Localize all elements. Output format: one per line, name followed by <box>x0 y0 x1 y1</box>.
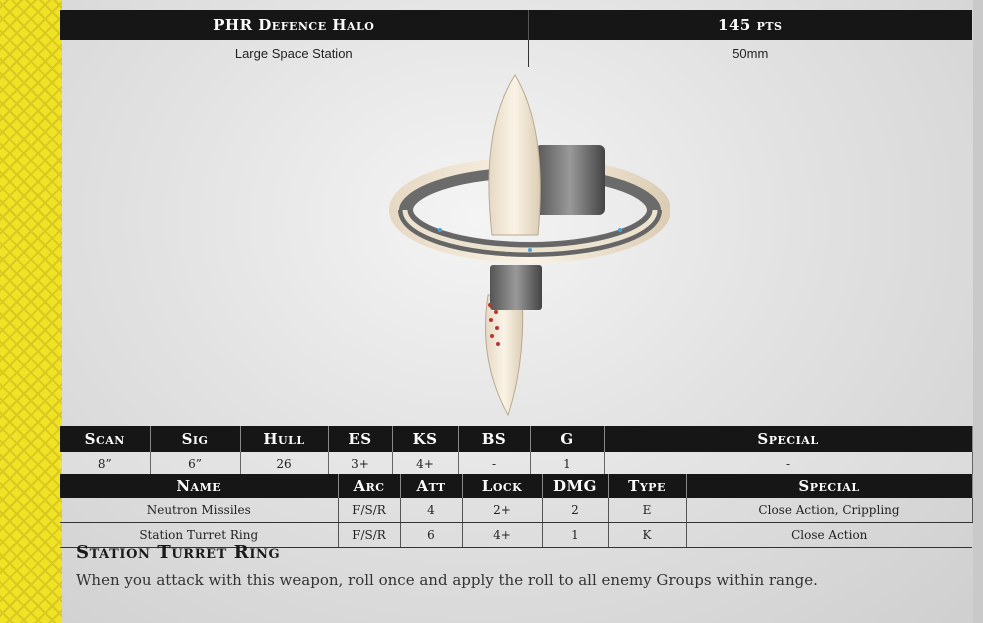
weapon-header-att: Att <box>400 474 463 498</box>
weapon-arc: F/S/R <box>338 498 401 523</box>
weapon-dmg: 1 <box>542 522 609 548</box>
stat-value-sig: 6” <box>150 452 241 477</box>
stat-value-es: 3+ <box>328 452 393 477</box>
weapon-name: Neutron Missiles <box>60 498 339 523</box>
stat-header-special: Special <box>604 426 973 452</box>
unit-type: Large Space Station <box>60 40 529 67</box>
stat-value-bs: - <box>458 452 531 477</box>
side-stripe <box>0 0 62 623</box>
stat-value-hull: 26 <box>240 452 329 477</box>
weapon-header-name: Name <box>60 474 339 498</box>
weapon-special: Close Action <box>686 522 972 548</box>
unit-name: PHR Defence Halo <box>60 10 528 40</box>
unit-points: 145 pts <box>527 10 972 40</box>
right-edge <box>973 0 983 623</box>
stat-header-es: ES <box>328 426 393 452</box>
weapon-header-arc: Arc <box>338 474 401 498</box>
unit-title-table: PHR Defence Halo 145 pts Large Space Sta… <box>60 10 972 67</box>
stat-header-scan: Scan <box>60 426 151 452</box>
weapon-lock: 4+ <box>462 522 543 548</box>
weapon-dmg: 2 <box>542 498 609 523</box>
stat-value-ks: 4+ <box>392 452 459 477</box>
stats-table: Scan Sig Hull ES KS BS G Special 8” 6” 2… <box>60 426 973 477</box>
weapon-header-dmg: DMG <box>542 474 609 498</box>
stat-header-sig: Sig <box>150 426 241 452</box>
weapon-lock: 2+ <box>462 498 543 523</box>
weapon-att: 6 <box>400 522 463 548</box>
weapon-arc: F/S/R <box>338 522 401 548</box>
stat-value-special: - <box>604 452 973 477</box>
stat-header-g: G <box>530 426 605 452</box>
rule-title: Station Turret Ring <box>76 542 281 563</box>
weapon-header-type: Type <box>608 474 687 498</box>
station-model-image <box>389 74 670 417</box>
stat-value-g: 1 <box>530 452 605 477</box>
stat-value-scan: 8” <box>60 452 151 477</box>
unit-base: 50mm <box>732 46 769 61</box>
weapon-special: Close Action, Crippling <box>686 498 973 523</box>
weapons-table: Name Arc Att Lock DMG Type Special Neutr… <box>60 474 973 548</box>
weapon-header-special: Special <box>686 474 973 498</box>
weapon-type: K <box>608 522 687 548</box>
stat-header-bs: BS <box>458 426 531 452</box>
stat-header-ks: KS <box>392 426 459 452</box>
stat-header-hull: Hull <box>240 426 329 452</box>
weapon-att: 4 <box>400 498 463 523</box>
weapon-header-lock: Lock <box>462 474 543 498</box>
weapon-type: E <box>608 498 687 523</box>
rule-text: When you attack with this weapon, roll o… <box>76 571 818 589</box>
weapon-row: Neutron Missiles F/S/R 4 2+ 2 E Close Ac… <box>60 498 973 523</box>
